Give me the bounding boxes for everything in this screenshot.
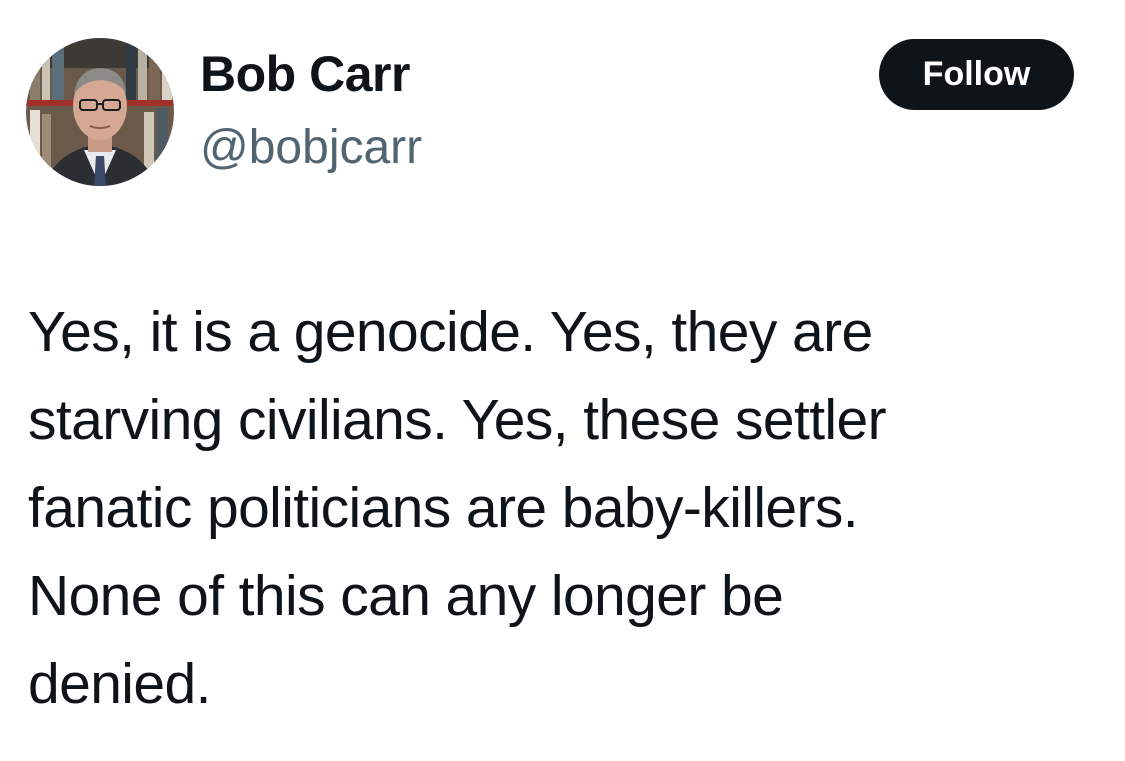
profile-photo-icon bbox=[26, 38, 174, 186]
user-handle[interactable]: @bobjcarr bbox=[200, 118, 422, 178]
tweet-text-line: Yes, it is a genocide. Yes, they are bbox=[28, 300, 873, 364]
display-name[interactable]: Bob Carr bbox=[200, 44, 410, 104]
tweet-card: Bob Carr @bobjcarr Follow Yes, it is a g… bbox=[0, 0, 1125, 761]
follow-button[interactable]: Follow bbox=[879, 39, 1074, 110]
tweet-text-line: None of this can any longer be bbox=[28, 564, 784, 628]
tweet-text-line: starving civilians. Yes, these settler bbox=[28, 388, 887, 452]
tweet-text-line: denied. bbox=[28, 652, 211, 716]
avatar[interactable] bbox=[26, 38, 174, 186]
tweet-text: Yes, it is a genocide. Yes, they are sta… bbox=[28, 288, 1088, 728]
tweet-text-line: fanatic politicians are baby-killers. bbox=[28, 476, 859, 540]
